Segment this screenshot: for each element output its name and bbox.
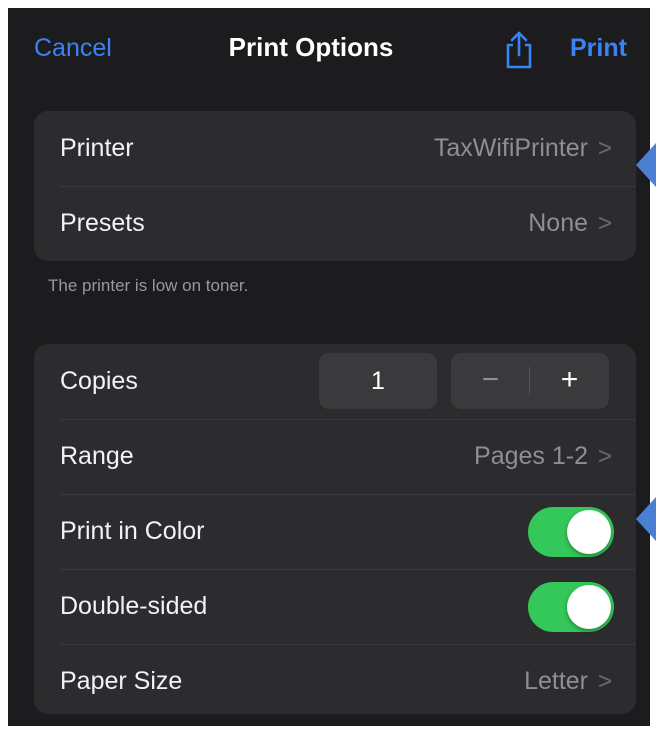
copies-count-field[interactable]: 1 bbox=[319, 353, 437, 409]
double-sided-row: Double-sided bbox=[34, 569, 636, 644]
printer-settings-group: Printer TaxWifiPrinter > Presets None > bbox=[34, 111, 636, 261]
page-title: Print Options bbox=[228, 32, 394, 62]
range-label: Range bbox=[60, 442, 134, 470]
paper-size-label: Paper Size bbox=[60, 667, 183, 695]
print-in-color-row: Print in Color bbox=[34, 494, 636, 569]
presets-row[interactable]: Presets None > bbox=[34, 186, 636, 261]
double-sided-label: Double-sided bbox=[60, 592, 208, 620]
toner-warning-text: The printer is low on toner. bbox=[48, 276, 249, 295]
copies-label: Copies bbox=[60, 367, 138, 395]
paper-size-value: Letter bbox=[524, 667, 588, 695]
paper-size-row[interactable]: Paper Size Letter > bbox=[34, 644, 636, 719]
range-row[interactable]: Range Pages 1-2 > bbox=[34, 419, 636, 494]
chevron-right-icon: > bbox=[597, 210, 612, 237]
toggle-knob bbox=[567, 585, 611, 629]
decrement-button[interactable]: − bbox=[451, 353, 530, 409]
copies-row: Copies 1 − + bbox=[34, 344, 636, 419]
print-in-color-label: Print in Color bbox=[60, 517, 205, 545]
annotation-arrow-icon bbox=[636, 143, 656, 187]
double-sided-toggle[interactable] bbox=[528, 582, 614, 632]
increment-button[interactable]: + bbox=[530, 353, 609, 409]
share-icon[interactable] bbox=[502, 30, 536, 70]
presets-value: None bbox=[528, 209, 588, 237]
copies-stepper: − + bbox=[451, 353, 609, 409]
printer-row[interactable]: Printer TaxWifiPrinter > bbox=[34, 111, 636, 186]
print-in-color-toggle[interactable] bbox=[528, 507, 614, 557]
presets-label: Presets bbox=[60, 209, 145, 237]
printer-value: TaxWifiPrinter bbox=[433, 134, 588, 162]
toggle-knob bbox=[567, 510, 611, 554]
printer-label: Printer bbox=[60, 134, 134, 162]
annotation-arrow-icon bbox=[636, 497, 656, 541]
print-options-screen: Cancel Print Options Print Printer TaxWi… bbox=[8, 8, 650, 726]
range-value: Pages 1-2 bbox=[474, 442, 588, 470]
chevron-right-icon: > bbox=[597, 668, 612, 695]
print-options-group: Copies 1 − + Range Pages 1-2 > Print in … bbox=[34, 344, 636, 714]
chevron-right-icon: > bbox=[597, 443, 612, 470]
navigation-bar: Cancel Print Options Print bbox=[8, 8, 650, 98]
print-button[interactable]: Print bbox=[570, 34, 627, 63]
chevron-right-icon: > bbox=[597, 135, 612, 162]
